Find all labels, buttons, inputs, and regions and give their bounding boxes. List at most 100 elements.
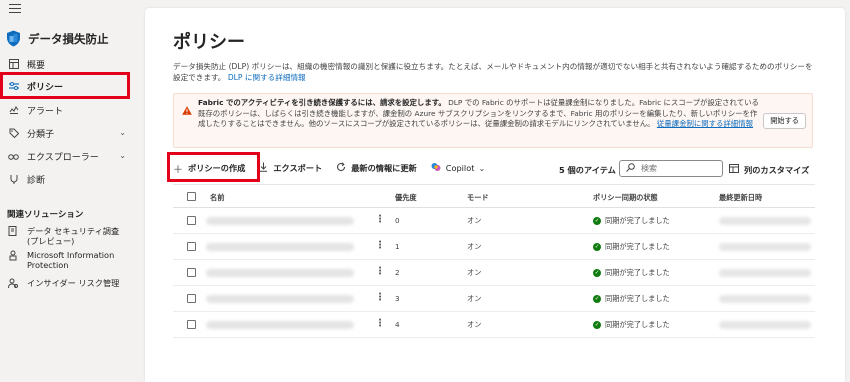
explorer-icon	[8, 151, 19, 162]
warning-banner: Fabric でのアクティビティを引き続き保護するには、請求を設定します。 DL…	[173, 93, 813, 148]
app-title: データ損失防止	[28, 31, 109, 46]
sync-status-cell: ✓ 同期が完了しました	[593, 242, 670, 252]
success-check-icon: ✓	[593, 217, 601, 225]
item-count: 5 個のアイテム	[559, 165, 616, 175]
related-item-label: データ セキュリティ調査 (プレビュー)	[27, 226, 120, 246]
refresh-icon	[336, 161, 346, 175]
row-checkbox[interactable]	[187, 268, 196, 277]
refresh-label: 最新の情報に更新	[351, 163, 417, 173]
sync-status-text: 同期が完了しました	[605, 268, 670, 277]
mode-cell: オン	[467, 268, 482, 277]
export-label: エクスポート	[273, 163, 323, 173]
mode-cell: オン	[467, 216, 482, 225]
dlp-learn-more-link[interactable]: DLP に関する詳細情報	[228, 73, 306, 82]
refresh-button[interactable]: 最新の情報に更新	[336, 161, 417, 175]
redacted-policy-name	[206, 295, 354, 303]
data-security-icon	[8, 226, 19, 246]
redacted-last-modified	[719, 217, 811, 225]
table-row[interactable]: ⋮ 3 オン ✓ 同期が完了しました	[173, 286, 815, 312]
redacted-last-modified	[719, 295, 811, 303]
search-placeholder: 検索	[641, 164, 657, 173]
related-item-data-security[interactable]: データ セキュリティ調査 (プレビュー)	[8, 226, 133, 246]
mode-cell: オン	[467, 294, 482, 303]
row-checkbox[interactable]	[187, 216, 196, 225]
column-header-name[interactable]: 名前	[210, 193, 224, 203]
sidebar: データ損失防止 概要 ポリシー アラート 分類子 ⌄ エクスプローラー ⌄ 診断…	[0, 0, 138, 382]
export-button[interactable]: エクスポート	[259, 162, 322, 175]
priority-cell: 0	[395, 216, 400, 225]
sync-status-text: 同期が完了しました	[605, 242, 670, 251]
sidebar-item-overview[interactable]: 概要	[8, 55, 128, 73]
chevron-down-icon[interactable]: ⌄	[119, 128, 126, 137]
hamburger-menu-icon[interactable]	[9, 4, 21, 13]
column-header-priority[interactable]: 優先度	[395, 193, 417, 203]
customize-columns-label: 列のカスタマイズ	[744, 165, 810, 175]
select-all-checkbox[interactable]	[187, 192, 196, 201]
column-header-last-modified[interactable]: 最終更新日時	[719, 193, 762, 203]
redacted-policy-name	[206, 269, 354, 277]
mode-cell: オン	[467, 320, 482, 329]
chevron-down-icon: ⌄	[478, 163, 486, 173]
row-checkbox[interactable]	[187, 294, 196, 303]
related-item-insider-risk[interactable]: インサイダー リスク管理	[8, 278, 133, 292]
redacted-policy-name	[206, 217, 354, 225]
highlight-box	[167, 152, 260, 182]
copilot-button[interactable]: Copilot ⌄	[431, 162, 485, 175]
app-header: データ損失防止	[6, 30, 109, 47]
chevron-down-icon[interactable]: ⌄	[119, 151, 126, 160]
redacted-last-modified	[719, 269, 811, 277]
priority-cell: 1	[395, 242, 400, 251]
sidebar-item-explorers[interactable]: エクスプローラー ⌄	[8, 147, 128, 165]
sidebar-item-classifiers[interactable]: 分類子 ⌄	[8, 124, 128, 142]
related-item-information-protection[interactable]: Microsoft Information Protection	[8, 250, 133, 270]
more-options-icon[interactable]: ⋮	[375, 240, 385, 251]
sidebar-item-alerts[interactable]: アラート	[8, 101, 128, 119]
column-header-mode[interactable]: モード	[467, 193, 489, 203]
warning-title: Fabric でのアクティビティを引き続き保護するには、請求を設定します。	[198, 98, 446, 107]
redacted-last-modified	[719, 243, 811, 251]
row-checkbox[interactable]	[187, 320, 196, 329]
more-options-icon[interactable]: ⋮	[375, 214, 385, 225]
search-icon	[626, 162, 635, 175]
sync-status-text: 同期が完了しました	[605, 216, 670, 225]
dlp-app-icon	[6, 30, 21, 47]
table-row[interactable]: ⋮ 1 オン ✓ 同期が完了しました	[173, 234, 815, 260]
sync-status-cell: ✓ 同期が完了しました	[593, 216, 670, 226]
table-row[interactable]: ⋮ 4 オン ✓ 同期が完了しました	[173, 312, 815, 338]
sidebar-item-label: エクスプローラー	[27, 152, 99, 163]
sidebar-item-diagnostics[interactable]: 診断	[8, 170, 128, 188]
sync-status-text: 同期が完了しました	[605, 320, 670, 329]
column-header-sync-status[interactable]: ポリシー同期の状態	[593, 193, 658, 203]
related-solutions-heading: 関連ソリューション	[7, 210, 84, 220]
highlight-box	[0, 72, 130, 99]
sidebar-item-label: 診断	[27, 175, 46, 186]
more-options-icon[interactable]: ⋮	[375, 266, 385, 277]
warning-icon	[182, 100, 192, 115]
sync-status-cell: ✓ 同期が完了しました	[593, 294, 670, 304]
get-started-button[interactable]: 開始する	[763, 113, 806, 129]
row-checkbox[interactable]	[187, 242, 196, 251]
mode-cell: オン	[467, 242, 482, 251]
redacted-policy-name	[206, 321, 354, 329]
main-panel: ポリシー データ損失防止 (DLP) ポリシーは、組織の機密情報の識別と保護に役…	[145, 8, 845, 382]
table-row[interactable]: ⋮ 2 オン ✓ 同期が完了しました	[173, 260, 815, 286]
page-title: ポリシー	[173, 32, 245, 53]
pay-as-you-go-link[interactable]: 従量課金制に関する詳細情報	[657, 119, 753, 128]
search-input[interactable]: 検索	[619, 160, 723, 177]
related-item-label: Microsoft Information Protection	[27, 250, 115, 270]
overview-icon	[8, 59, 19, 70]
success-check-icon: ✓	[593, 295, 601, 303]
success-check-icon: ✓	[593, 243, 601, 251]
sidebar-item-label: 分類子	[27, 129, 55, 140]
success-check-icon: ✓	[593, 321, 601, 329]
sidebar-item-label: 概要	[27, 60, 46, 71]
warning-message: Fabric でのアクティビティを引き続き保護するには、請求を設定します。 DL…	[198, 98, 763, 130]
more-options-icon[interactable]: ⋮	[375, 292, 385, 303]
information-protection-icon	[8, 250, 19, 270]
sync-status-cell: ✓ 同期が完了しました	[593, 268, 670, 278]
more-options-icon[interactable]: ⋮	[375, 318, 385, 329]
table-row[interactable]: ⋮ 0 オン ✓ 同期が完了しました	[173, 208, 815, 234]
priority-cell: 2	[395, 268, 400, 277]
columns-icon	[729, 164, 739, 176]
customize-columns-button[interactable]: 列のカスタマイズ	[729, 164, 809, 176]
